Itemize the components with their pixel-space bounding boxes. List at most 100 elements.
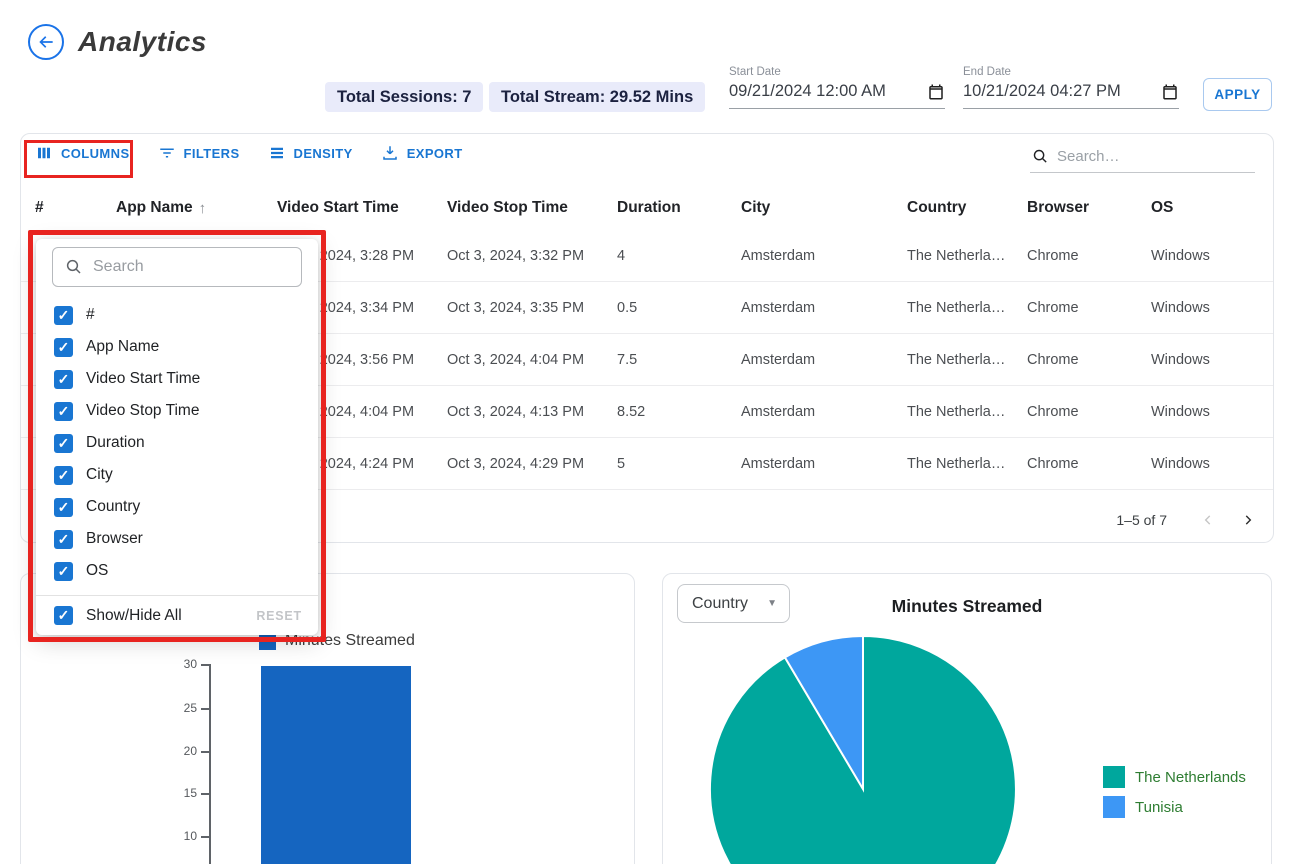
checkbox-checked-icon[interactable]: ✓ xyxy=(54,498,73,517)
columns-button[interactable]: COLUMNS xyxy=(35,144,130,162)
back-button[interactable] xyxy=(28,24,64,60)
reset-button[interactable]: RESET xyxy=(256,609,302,623)
group-by-select[interactable]: Country ▼ xyxy=(677,584,790,623)
column-toggle-country[interactable]: ✓ Country xyxy=(36,491,318,523)
legend-swatch-netherlands xyxy=(1103,766,1125,788)
cell-country: The Netherlands xyxy=(907,248,1007,264)
columns-menu-list: ✓ # ✓ App Name ✓ Video Start Time ✓ Vide… xyxy=(36,299,318,587)
column-header-os[interactable]: OS xyxy=(1151,199,1273,217)
columns-menu-search-input[interactable] xyxy=(93,258,273,276)
pagination-range: 1–5 of 7 xyxy=(1116,512,1167,528)
columns-menu-panel: ✓ # ✓ App Name ✓ Video Start Time ✓ Vide… xyxy=(36,239,318,635)
cell-duration: 8.52 xyxy=(617,404,741,420)
cell-os: Windows xyxy=(1151,248,1273,264)
cell-os: Windows xyxy=(1151,456,1273,472)
checkbox-checked-icon[interactable]: ✓ xyxy=(54,606,73,625)
cell-stop: Oct 3, 2024, 3:32 PM xyxy=(447,248,617,264)
end-date-field[interactable]: End Date 10/21/2024 04:27 PM xyxy=(963,66,1179,109)
calendar-icon[interactable] xyxy=(927,83,945,101)
column-header-num[interactable]: # xyxy=(35,199,116,217)
end-date-value[interactable]: 10/21/2024 04:27 PM xyxy=(963,82,1121,101)
cell-duration: 7.5 xyxy=(617,352,741,368)
chevron-right-icon[interactable] xyxy=(1241,513,1255,527)
search-icon xyxy=(1032,148,1049,165)
column-header-video-stop[interactable]: Video Stop Time xyxy=(447,199,617,217)
cell-stop: Oct 3, 2024, 4:13 PM xyxy=(447,404,617,420)
y-tick-30: 30 xyxy=(171,657,197,671)
cell-browser: Chrome xyxy=(1027,404,1151,420)
columns-icon xyxy=(35,144,53,162)
checkbox-checked-icon[interactable]: ✓ xyxy=(54,562,73,581)
total-stream-chip: Total Stream: 29.52 Mins xyxy=(489,82,705,112)
y-tickmark xyxy=(201,836,209,838)
cell-stop: Oct 3, 2024, 4:29 PM xyxy=(447,456,617,472)
checkbox-checked-icon[interactable]: ✓ xyxy=(54,370,73,389)
checkbox-checked-icon[interactable]: ✓ xyxy=(54,530,73,549)
start-date-label: Start Date xyxy=(729,66,945,78)
column-toggle-browser[interactable]: ✓ Browser xyxy=(36,523,318,555)
cell-city: Amsterdam xyxy=(741,300,907,316)
checkbox-checked-icon[interactable]: ✓ xyxy=(54,338,73,357)
y-tickmark xyxy=(201,751,209,753)
column-header-video-start[interactable]: Video Start Time xyxy=(277,199,447,217)
columns-menu-search[interactable] xyxy=(52,247,302,287)
density-button[interactable]: DENSITY xyxy=(268,144,353,162)
start-date-value[interactable]: 09/21/2024 12:00 AM xyxy=(729,82,886,101)
cell-stop: Oct 3, 2024, 4:04 PM xyxy=(447,352,617,368)
total-sessions-chip: Total Sessions: 7 xyxy=(325,82,483,112)
legend-swatch-tunisia xyxy=(1103,796,1125,818)
column-toggle-app-name[interactable]: ✓ App Name xyxy=(36,331,318,363)
legend-item-tunisia[interactable]: Tunisia xyxy=(1103,796,1246,818)
y-tick-15: 15 xyxy=(171,786,197,800)
column-toggle-city[interactable]: ✓ City xyxy=(36,459,318,491)
show-hide-all-toggle[interactable]: ✓ Show/Hide All xyxy=(54,606,182,625)
calendar-icon[interactable] xyxy=(1161,83,1179,101)
cell-city: Amsterdam xyxy=(741,456,907,472)
cell-os: Windows xyxy=(1151,404,1273,420)
checkbox-checked-icon[interactable]: ✓ xyxy=(54,466,73,485)
start-date-field[interactable]: Start Date 09/21/2024 12:00 AM xyxy=(729,66,945,109)
column-header-city[interactable]: City xyxy=(741,199,907,217)
sort-asc-icon[interactable]: ↑ xyxy=(199,200,207,217)
column-header-country[interactable]: Country xyxy=(907,199,1027,217)
checkbox-checked-icon[interactable]: ✓ xyxy=(54,434,73,453)
table-toolbar: COLUMNS FILTERS DENSITY EXPORT xyxy=(35,144,463,162)
cell-duration: 5 xyxy=(617,456,741,472)
y-tickmark xyxy=(201,664,209,666)
checkbox-checked-icon[interactable]: ✓ xyxy=(54,306,73,325)
column-header-browser[interactable]: Browser xyxy=(1027,199,1151,217)
cell-stop: Oct 3, 2024, 3:35 PM xyxy=(447,300,617,316)
cell-browser: Chrome xyxy=(1027,300,1151,316)
y-tick-10: 10 xyxy=(171,829,197,843)
y-tickmark xyxy=(201,708,209,710)
y-tick-20: 20 xyxy=(171,744,197,758)
column-toggle-video-start[interactable]: ✓ Video Start Time xyxy=(36,363,318,395)
checkbox-checked-icon[interactable]: ✓ xyxy=(54,402,73,421)
bar-minutes-streamed[interactable] xyxy=(261,666,411,864)
column-header-app-name[interactable]: App Name ↑ xyxy=(116,199,277,217)
cell-city: Amsterdam xyxy=(741,404,907,420)
export-button[interactable]: EXPORT xyxy=(381,144,463,162)
column-toggle-num[interactable]: ✓ # xyxy=(36,299,318,331)
cell-country: The Netherlands xyxy=(907,352,1007,368)
cell-os: Windows xyxy=(1151,352,1273,368)
density-icon xyxy=(268,144,286,162)
legend-swatch-minutes-streamed xyxy=(259,633,276,650)
table-search[interactable] xyxy=(1030,146,1255,173)
chevron-left-icon[interactable] xyxy=(1201,513,1215,527)
legend-item-netherlands[interactable]: The Netherlands xyxy=(1103,766,1246,788)
cell-city: Amsterdam xyxy=(741,352,907,368)
table-header-row: # App Name ↑ Video Start Time Video Stop… xyxy=(21,186,1273,230)
filters-button[interactable]: FILTERS xyxy=(158,144,240,162)
column-header-duration[interactable]: Duration xyxy=(617,199,741,217)
column-toggle-video-stop[interactable]: ✓ Video Stop Time xyxy=(36,395,318,427)
apply-button[interactable]: APPLY xyxy=(1203,78,1272,111)
column-toggle-duration[interactable]: ✓ Duration xyxy=(36,427,318,459)
filter-icon xyxy=(158,144,176,162)
cell-os: Windows xyxy=(1151,300,1273,316)
table-search-input[interactable] xyxy=(1057,148,1237,165)
column-toggle-os[interactable]: ✓ OS xyxy=(36,555,318,587)
y-axis-line xyxy=(209,664,211,864)
columns-menu-footer: ✓ Show/Hide All RESET xyxy=(36,596,318,635)
end-date-label: End Date xyxy=(963,66,1179,78)
